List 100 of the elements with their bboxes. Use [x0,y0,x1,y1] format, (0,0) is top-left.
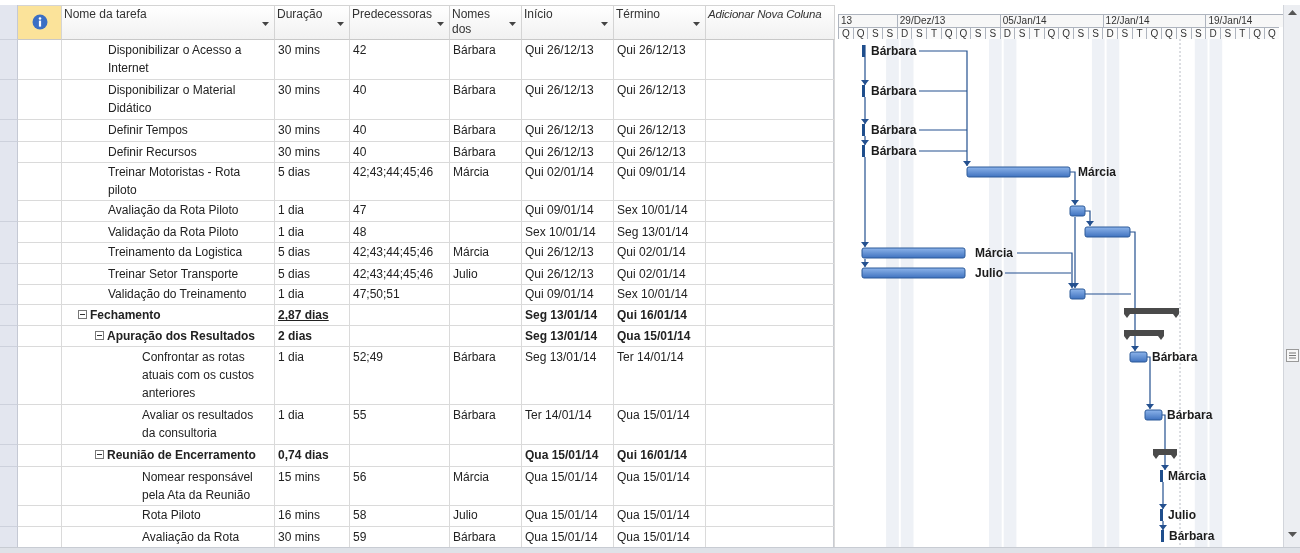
resource-cell: Bárbara [450,39,522,80]
resource-cell: Bárbara [450,79,522,120]
task-bar[interactable] [861,267,966,279]
timescale-day-cell: S [882,27,897,39]
task-marker[interactable] [1160,509,1163,521]
task-bar[interactable] [1129,351,1148,363]
start-date-cell: Qua 15/01/14 [522,467,614,507]
column-header[interactable]: Início [522,5,614,40]
timescale-week-cell: 13 [838,14,897,27]
finish-date-cell: Qua 15/01/14 [614,326,706,348]
task-marker[interactable] [862,145,865,157]
dependency-arrow [1159,520,1167,531]
timescale-day-cell: D [1205,27,1220,39]
row-header[interactable] [0,119,18,142]
task-name-cell: Fechamento [62,305,275,327]
start-date-cell: Qui 26/12/13 [522,79,614,120]
column-header[interactable]: Predecessoras [350,5,450,40]
collapse-icon[interactable] [95,331,104,341]
row-header[interactable] [0,527,18,549]
row-header[interactable] [0,79,18,120]
task-bar[interactable] [1069,205,1086,217]
timescale-day-cell: S [970,27,985,39]
start-date-cell: Qua 15/01/14 [522,445,614,468]
row-header [0,5,18,40]
dropdown-arrow-icon[interactable] [437,22,444,26]
column-header[interactable]: Duração [275,5,350,40]
task-bar[interactable] [1084,226,1131,238]
timescale-day-cell: Q [838,27,853,39]
resource-cell: Julio [450,263,522,285]
task-bar[interactable] [1069,288,1086,300]
task-marker[interactable] [862,85,865,97]
duration-cell: 1 dia [275,221,350,243]
summary-bar[interactable] [1124,330,1164,340]
indicator-cell [18,263,62,285]
task-name-cell: Rota Piloto [62,505,275,528]
split-handle-icon[interactable] [1285,349,1299,362]
task-marker[interactable] [1160,470,1163,482]
predecessors-cell: 42 [350,39,450,80]
dropdown-arrow-icon[interactable] [262,22,269,26]
row-header[interactable] [0,347,18,406]
row-header[interactable] [0,505,18,528]
summary-bar[interactable] [1153,449,1177,459]
task-bar[interactable] [1144,409,1163,421]
row-header[interactable] [0,326,18,348]
start-date-cell: Qui 09/01/14 [522,283,614,306]
collapse-icon[interactable] [78,310,87,320]
vertical-scrollbar[interactable] [1283,5,1300,547]
resource-label: Márcia [1168,469,1207,483]
resource-cell [450,305,522,327]
scroll-down-icon[interactable] [1287,532,1297,537]
start-date-cell: Qui 26/12/13 [522,263,614,285]
dropdown-arrow-icon[interactable] [693,22,700,26]
summary-bar[interactable] [1124,308,1179,318]
row-header[interactable] [0,199,18,222]
column-header[interactable]: Término [614,5,706,40]
column-header[interactable]: Adicionar Nova Coluna [706,5,835,40]
predecessors-cell: 56 [350,467,450,507]
task-name-cell: Reunião de Encerramento [62,445,275,468]
column-header[interactable]: Nome da tarefa [62,5,275,40]
timescale-week-cell: 12/Jan/14 [1102,14,1206,27]
duration-cell: 30 mins [275,141,350,163]
horizontal-scrollbar[interactable] [0,547,1300,553]
timescale-day-cell: T [926,27,941,39]
start-date-cell: Seg 13/01/14 [522,326,614,348]
timescale-day-cell: Q [1058,27,1073,39]
start-date-cell: Ter 14/01/14 [522,405,614,446]
task-name-cell: Disponibilizar o Acesso a Internet [62,39,275,80]
collapse-icon[interactable] [95,450,104,460]
row-header[interactable] [0,405,18,446]
task-name-cell: Disponibilizar o Material Didático [62,79,275,120]
row-header[interactable] [0,467,18,507]
predecessors-cell: 40 [350,141,450,163]
scroll-up-icon[interactable] [1287,10,1297,15]
duration-cell: 16 mins [275,505,350,528]
row-header[interactable] [0,141,18,163]
task-marker[interactable] [862,124,865,136]
task-bar[interactable] [861,247,966,259]
task-marker[interactable] [862,45,865,57]
indicator-cell [18,326,62,348]
task-bar[interactable] [966,166,1071,178]
row-header[interactable] [0,445,18,468]
row-header[interactable] [0,241,18,264]
finish-date-cell: Sex 10/01/14 [614,283,706,306]
row-header[interactable] [0,305,18,327]
start-date-cell: Qui 09/01/14 [522,199,614,222]
timescale-day-cell: Q [1161,27,1176,39]
dropdown-arrow-icon[interactable] [337,22,344,26]
row-header[interactable] [0,39,18,80]
column-header[interactable]: Nomes dos [450,5,522,40]
row-header[interactable] [0,263,18,285]
duration-cell: 1 dia [275,199,350,222]
predecessors-cell: 48 [350,221,450,243]
task-marker[interactable] [1161,530,1164,542]
row-header[interactable] [0,221,18,243]
duration-cell: 2 dias [275,326,350,348]
dependency-arrow [1084,210,1094,227]
dropdown-arrow-icon[interactable] [601,22,608,26]
dropdown-arrow-icon[interactable] [509,22,516,26]
duration-cell: 1 dia [275,405,350,446]
row-header[interactable] [0,283,18,306]
